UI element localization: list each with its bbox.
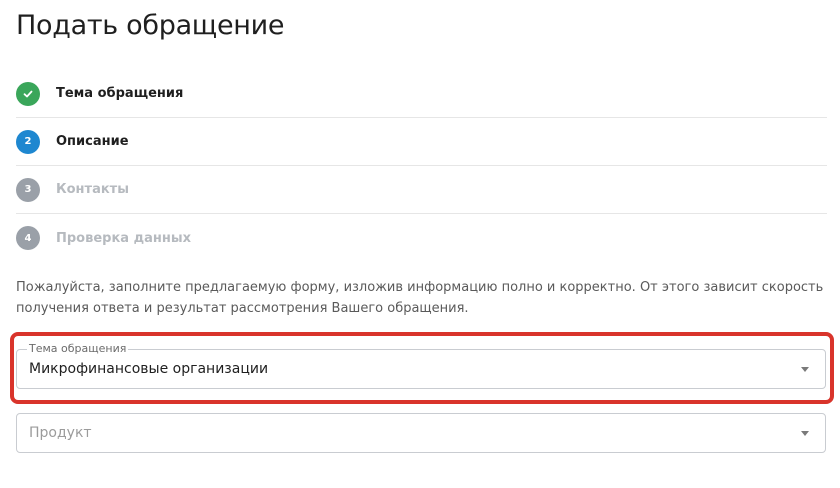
step-label: Тема обращения [56, 86, 184, 101]
stepper: Тема обращения 2 Описание 3 Контакты 4 П… [16, 70, 827, 262]
step-number-badge: 3 [16, 177, 40, 202]
product-select[interactable]: Продукт [16, 413, 826, 453]
step-number-badge: 4 [16, 226, 40, 250]
step-topic[interactable]: Тема обращения [16, 70, 827, 118]
check-icon [23, 90, 33, 97]
topic-select-label: Тема обращения [27, 342, 129, 355]
step-complete-badge [16, 81, 40, 106]
topic-select[interactable]: Тема обращения Микрофинансовые организац… [16, 342, 826, 389]
step-label: Проверка данных [56, 230, 191, 246]
step-description[interactable]: 2 Описание [16, 118, 827, 166]
product-select-placeholder: Продукт [29, 425, 92, 441]
chevron-down-icon[interactable] [801, 431, 809, 436]
intro-text: Пожалуйста, заполните предлагаемую форму… [16, 280, 824, 316]
step-label: Контакты [56, 182, 129, 197]
step-contacts: 3 Контакты [16, 166, 827, 214]
topic-select-value: Микрофинансовые организации [29, 361, 269, 377]
step-label: Описание [56, 134, 129, 149]
chevron-down-icon[interactable] [801, 367, 809, 372]
step-review: 4 Проверка данных [16, 214, 827, 262]
page-title: Подать обращение [16, 10, 285, 41]
step-number-badge: 2 [16, 129, 40, 154]
